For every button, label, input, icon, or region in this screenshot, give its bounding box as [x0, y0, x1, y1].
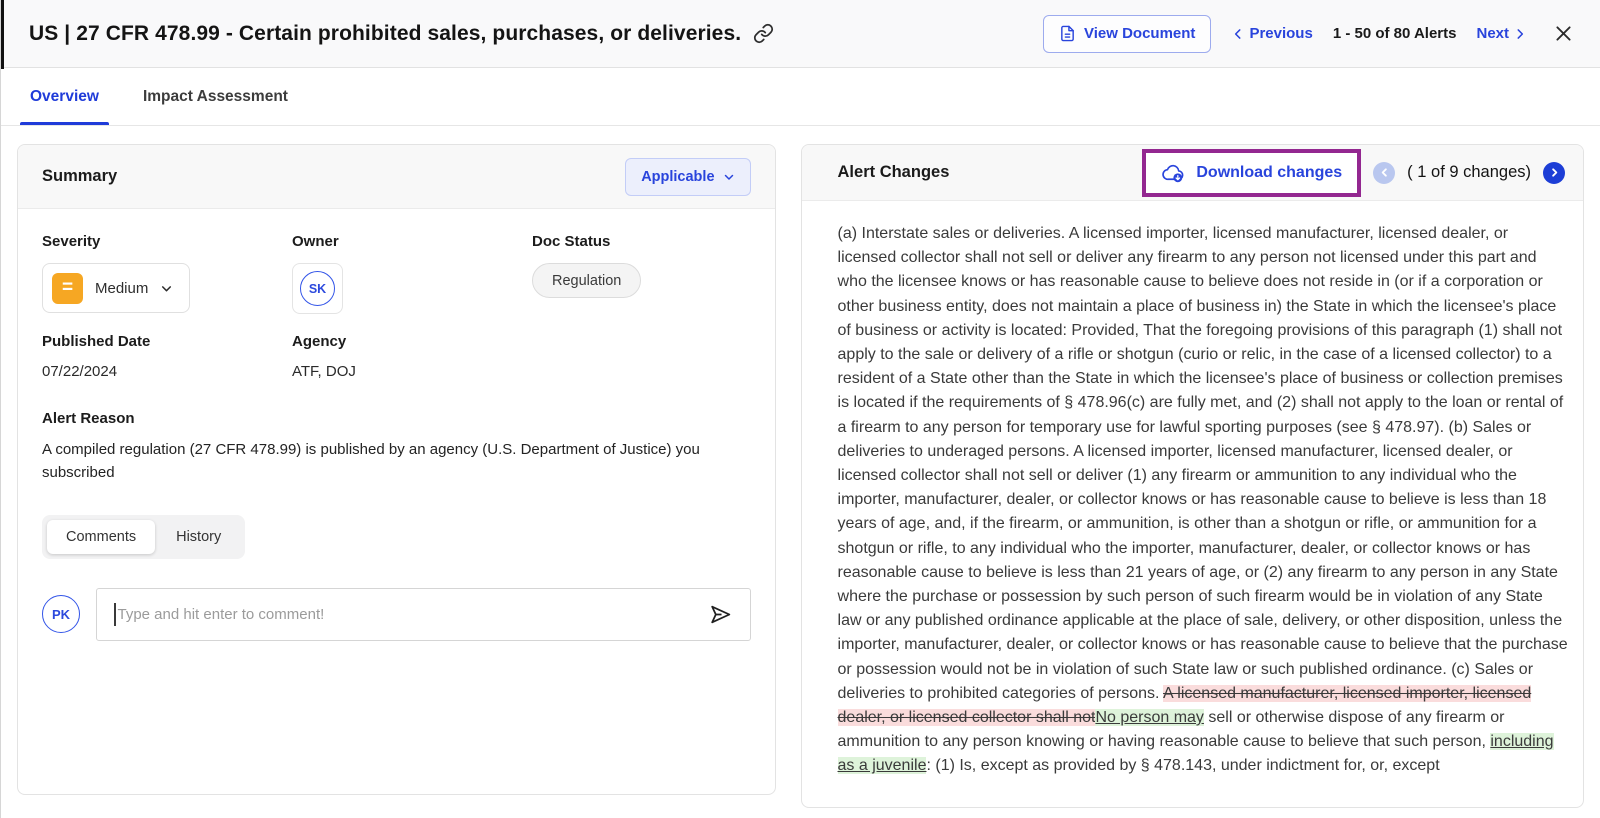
- applicable-label: Applicable: [641, 169, 714, 185]
- header: US | 27 CFR 478.99 - Certain prohibited …: [1, 0, 1600, 68]
- change-segment-added: No person may: [1095, 709, 1204, 726]
- download-changes-label: Download changes: [1196, 164, 1342, 182]
- view-document-label: View Document: [1084, 25, 1195, 42]
- viewport-edge: [1, 0, 4, 69]
- published-date-value: 07/22/2024: [42, 363, 292, 380]
- tab-overview[interactable]: Overview: [28, 68, 101, 125]
- document-icon: [1059, 25, 1076, 42]
- severity-label: Severity: [42, 233, 292, 250]
- chevron-left-icon: [1231, 27, 1245, 41]
- severity-dropdown[interactable]: = Medium: [42, 263, 190, 313]
- next-change-icon[interactable]: [1543, 162, 1565, 184]
- text-caret: [114, 603, 116, 626]
- alert-reason-text: A compiled regulation (27 CFR 478.99) is…: [42, 438, 747, 485]
- agency-value: ATF, DOJ: [292, 363, 532, 380]
- change-segment-normal: (a) Interstate sales or deliveries. A li…: [838, 225, 1568, 702]
- copy-link-icon[interactable]: [753, 23, 774, 44]
- view-document-button[interactable]: View Document: [1043, 15, 1211, 53]
- previous-change-icon[interactable]: [1373, 162, 1395, 184]
- alert-changes-header: Alert Changes Download changes: [802, 145, 1583, 201]
- header-actions: View Document Previous 1 - 50 of 80 Aler…: [1043, 15, 1574, 53]
- doc-status-label: Doc Status: [532, 233, 751, 250]
- summary-title: Summary: [42, 167, 117, 186]
- severity-medium-icon: =: [52, 273, 83, 304]
- previous-label: Previous: [1249, 25, 1312, 42]
- chevron-right-icon: [1513, 27, 1527, 41]
- tab-comments[interactable]: Comments: [47, 520, 155, 554]
- previous-alert-button[interactable]: Previous: [1231, 25, 1312, 42]
- comments-history-tabs: Comments History: [42, 515, 245, 559]
- alerts-count: 1 - 50 of 80 Alerts: [1333, 25, 1457, 42]
- summary-fields-row-1: Severity = Medium Owner SK: [42, 233, 751, 314]
- chevron-down-icon: [160, 282, 173, 295]
- download-changes-button[interactable]: Download changes: [1161, 162, 1342, 184]
- changes-pager-text: ( 1 of 9 changes): [1407, 163, 1531, 182]
- alert-changes-body: (a) Interstate sales or deliveries. A li…: [802, 201, 1583, 799]
- alert-changes-card: Alert Changes Download changes: [801, 144, 1584, 808]
- download-highlight-annotation: Download changes: [1142, 149, 1361, 197]
- severity-value: Medium: [95, 280, 148, 297]
- alert-changes-title: Alert Changes: [838, 163, 950, 182]
- alert-reason-label: Alert Reason: [42, 410, 751, 427]
- published-date-label: Published Date: [42, 333, 292, 350]
- owner-label: Owner: [292, 233, 532, 250]
- tab-impact-assessment[interactable]: Impact Assessment: [141, 68, 290, 125]
- comment-placeholder: Type and hit enter to comment!: [118, 606, 708, 623]
- changes-pager: ( 1 of 9 changes): [1373, 162, 1565, 184]
- comment-composer: PK Type and hit enter to comment!: [42, 588, 751, 641]
- chevron-down-icon: [723, 171, 735, 183]
- close-icon[interactable]: [1553, 23, 1574, 44]
- doc-status-badge: Regulation: [532, 263, 641, 298]
- tab-bar: Overview Impact Assessment: [1, 68, 1600, 126]
- main-content: Summary Applicable Severity = Medium: [1, 126, 1600, 818]
- summary-fields-row-2: Published Date 07/22/2024 Agency ATF, DO…: [42, 333, 751, 380]
- owner-avatar: SK: [300, 271, 335, 306]
- tab-history[interactable]: History: [157, 520, 240, 554]
- summary-body: Severity = Medium Owner SK: [18, 209, 775, 665]
- owner-picker[interactable]: SK: [292, 263, 343, 314]
- cloud-download-icon: [1161, 162, 1186, 184]
- changes-text: (a) Interstate sales or deliveries. A li…: [838, 222, 1569, 779]
- comment-input[interactable]: Type and hit enter to comment!: [96, 588, 751, 641]
- page-title: US | 27 CFR 478.99 - Certain prohibited …: [29, 22, 741, 46]
- summary-card-header: Summary Applicable: [18, 145, 775, 209]
- commenter-avatar: PK: [42, 595, 80, 633]
- alert-reason-section: Alert Reason A compiled regulation (27 C…: [42, 410, 751, 485]
- next-alert-button[interactable]: Next: [1476, 25, 1527, 42]
- send-comment-icon[interactable]: [708, 602, 733, 627]
- change-segment-normal: : (1) Is, except as provided by § 478.14…: [926, 757, 1439, 774]
- next-label: Next: [1476, 25, 1509, 42]
- applicable-dropdown[interactable]: Applicable: [625, 158, 750, 196]
- agency-label: Agency: [292, 333, 532, 350]
- summary-card: Summary Applicable Severity = Medium: [17, 144, 776, 795]
